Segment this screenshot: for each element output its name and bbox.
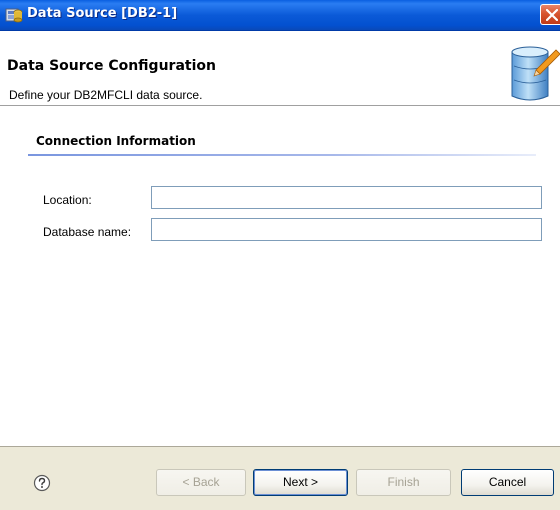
page-description: Define your DB2MFCLI data source. [9, 88, 203, 102]
location-label: Location: [43, 193, 92, 207]
section-divider [28, 154, 536, 156]
database-cylinder-icon [506, 46, 560, 104]
database-name-label: Database name: [43, 225, 132, 239]
close-icon [546, 9, 558, 21]
database-name-input[interactable] [151, 218, 542, 241]
dialog-window: Data Source [DB2-1] Data Source Configur… [0, 0, 560, 510]
help-icon[interactable] [33, 474, 51, 492]
section-title: Connection Information [36, 134, 196, 148]
location-input[interactable] [151, 186, 542, 209]
page-content [0, 106, 560, 446]
wizard-header: Data Source Configuration Define your DB… [0, 31, 560, 106]
next-button[interactable]: Next > [253, 469, 348, 496]
cancel-button[interactable]: Cancel [461, 469, 554, 496]
window-title: Data Source [DB2-1] [27, 6, 178, 21]
data-source-app-icon [5, 6, 23, 24]
close-button[interactable] [540, 4, 560, 25]
title-bar[interactable]: Data Source [DB2-1] [0, 0, 560, 31]
finish-button[interactable]: Finish [356, 469, 451, 496]
page-title: Data Source Configuration [7, 58, 216, 74]
back-button[interactable]: < Back [156, 469, 246, 496]
